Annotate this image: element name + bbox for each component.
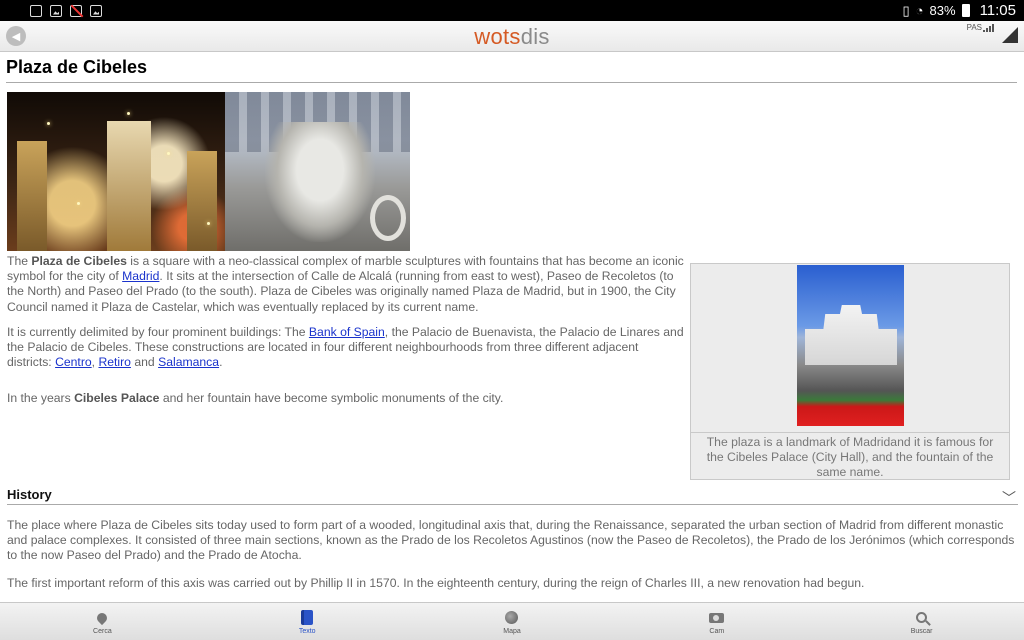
page-title: Plaza de Cibeles <box>6 57 148 77</box>
paragraph: In the years Cibeles Palace and her foun… <box>7 391 684 406</box>
app-window: ▯ ◔ 83% 11:05 ◀ wotsdis PAS Plaza de Cib… <box>0 0 1024 640</box>
text-run: The <box>7 254 32 268</box>
battery-percent: 83% <box>929 3 956 18</box>
gallery-notification-icon <box>90 4 102 17</box>
building-shape <box>17 141 47 251</box>
image-notification-icon <box>50 4 62 17</box>
search-icon <box>914 609 930 627</box>
nav-label: Mapa <box>503 627 521 635</box>
cibeles-night-photo <box>7 92 225 251</box>
save-notification-icon <box>30 4 42 17</box>
link-bank-of-spain[interactable]: Bank of Spain <box>309 325 385 339</box>
light-spark <box>77 202 80 205</box>
bold-term: Plaza de Cibeles <box>31 254 127 268</box>
signal-label: PAS <box>966 23 982 32</box>
system-indicators: ▯ ◔ 83% 11:05 <box>903 2 1016 19</box>
camera-icon <box>709 609 725 627</box>
history-text: The place where Plaza de Cibeles sits to… <box>7 518 1015 602</box>
clock: 11:05 <box>979 2 1016 19</box>
location-pin-icon <box>94 609 110 627</box>
signal-bar <box>983 30 985 32</box>
title-divider <box>6 82 1017 83</box>
section-title: History <box>7 487 52 502</box>
app-header: ◀ wotsdis PAS <box>0 21 1024 52</box>
side-figure[interactable]: The plaza is a landmark of Madridand it … <box>690 263 1010 480</box>
nav-label: Buscar <box>910 627 933 635</box>
paragraph: The place where Plaza de Cibeles sits to… <box>7 518 1015 563</box>
notification-icons <box>30 4 102 17</box>
status-bar: ▯ ◔ 83% 11:05 <box>0 0 1024 21</box>
bold-term: Cibeles Palace <box>74 391 160 406</box>
globe-icon <box>504 609 520 627</box>
link-retiro[interactable]: Retiro <box>98 355 131 369</box>
nav-item-buscar[interactable]: Buscar <box>819 603 1024 640</box>
text-run: and <box>130 355 159 370</box>
nav-item-texto[interactable]: Texto <box>205 603 410 640</box>
nav-item-cam[interactable]: Cam <box>614 603 819 640</box>
link-madrid[interactable]: Madrid <box>122 269 159 283</box>
text-run: It is currently delimited by four promin… <box>7 324 309 339</box>
palace-shape <box>805 305 897 365</box>
statue-shape <box>265 122 375 242</box>
nav-label: Cerca <box>93 627 112 635</box>
light-spark <box>127 112 130 115</box>
signal-bar <box>989 26 991 32</box>
figure-caption: The plaza is a landmark of Madridand it … <box>691 432 1009 482</box>
building-shape <box>107 121 151 251</box>
wifi-icon: ◔ <box>915 3 924 18</box>
battery-icon <box>961 4 970 17</box>
bottom-navigation: Cerca Texto Mapa Cam Buscar <box>0 602 1024 640</box>
logo-part-dis: dis <box>520 24 550 49</box>
cibeles-fountain-photo <box>225 92 410 251</box>
text-run: . <box>219 355 223 370</box>
light-spark <box>207 222 210 225</box>
text-run: In the years <box>7 391 75 406</box>
text-run: and her fountain have become symbolic mo… <box>159 391 504 406</box>
paragraph: It is currently delimited by four promin… <box>7 325 684 371</box>
building-shape <box>187 151 217 251</box>
paragraph: The first important reform of this axis … <box>7 575 865 590</box>
link-centro[interactable]: Centro <box>55 355 92 369</box>
app-logo: wotsdis <box>0 24 1024 50</box>
nav-label: Texto <box>298 627 316 635</box>
header-photos <box>7 92 410 251</box>
signal-indicator: PAS <box>967 23 994 32</box>
chariot-wheel <box>370 195 406 241</box>
nav-item-mapa[interactable]: Mapa <box>410 603 615 640</box>
section-header-history[interactable]: History ﹀ <box>7 486 1018 508</box>
chevron-down-icon[interactable]: ﹀ <box>1002 488 1016 508</box>
vibrate-icon: ▯ <box>902 2 910 18</box>
light-spark <box>47 122 50 125</box>
palace-photo[interactable] <box>797 265 904 426</box>
intro-text: The Plaza de Cibeles is a square with a … <box>7 254 684 417</box>
light-spark <box>167 152 170 155</box>
blocked-notification-icon <box>70 4 82 17</box>
nav-item-cerca[interactable]: Cerca <box>0 603 205 640</box>
paragraph: The Plaza de Cibeles is a square with a … <box>7 254 684 315</box>
book-icon <box>299 609 315 627</box>
article-content[interactable]: Plaza de Cibeles The Plaza de Cibeles is… <box>0 52 1024 602</box>
nav-label: Cam <box>709 627 725 635</box>
corner-arrow-icon[interactable] <box>1002 27 1018 43</box>
link-salamanca[interactable]: Salamanca <box>158 355 219 369</box>
logo-part-wots: wots <box>474 24 521 49</box>
signal-bar <box>992 24 994 32</box>
signal-bar <box>986 28 988 32</box>
